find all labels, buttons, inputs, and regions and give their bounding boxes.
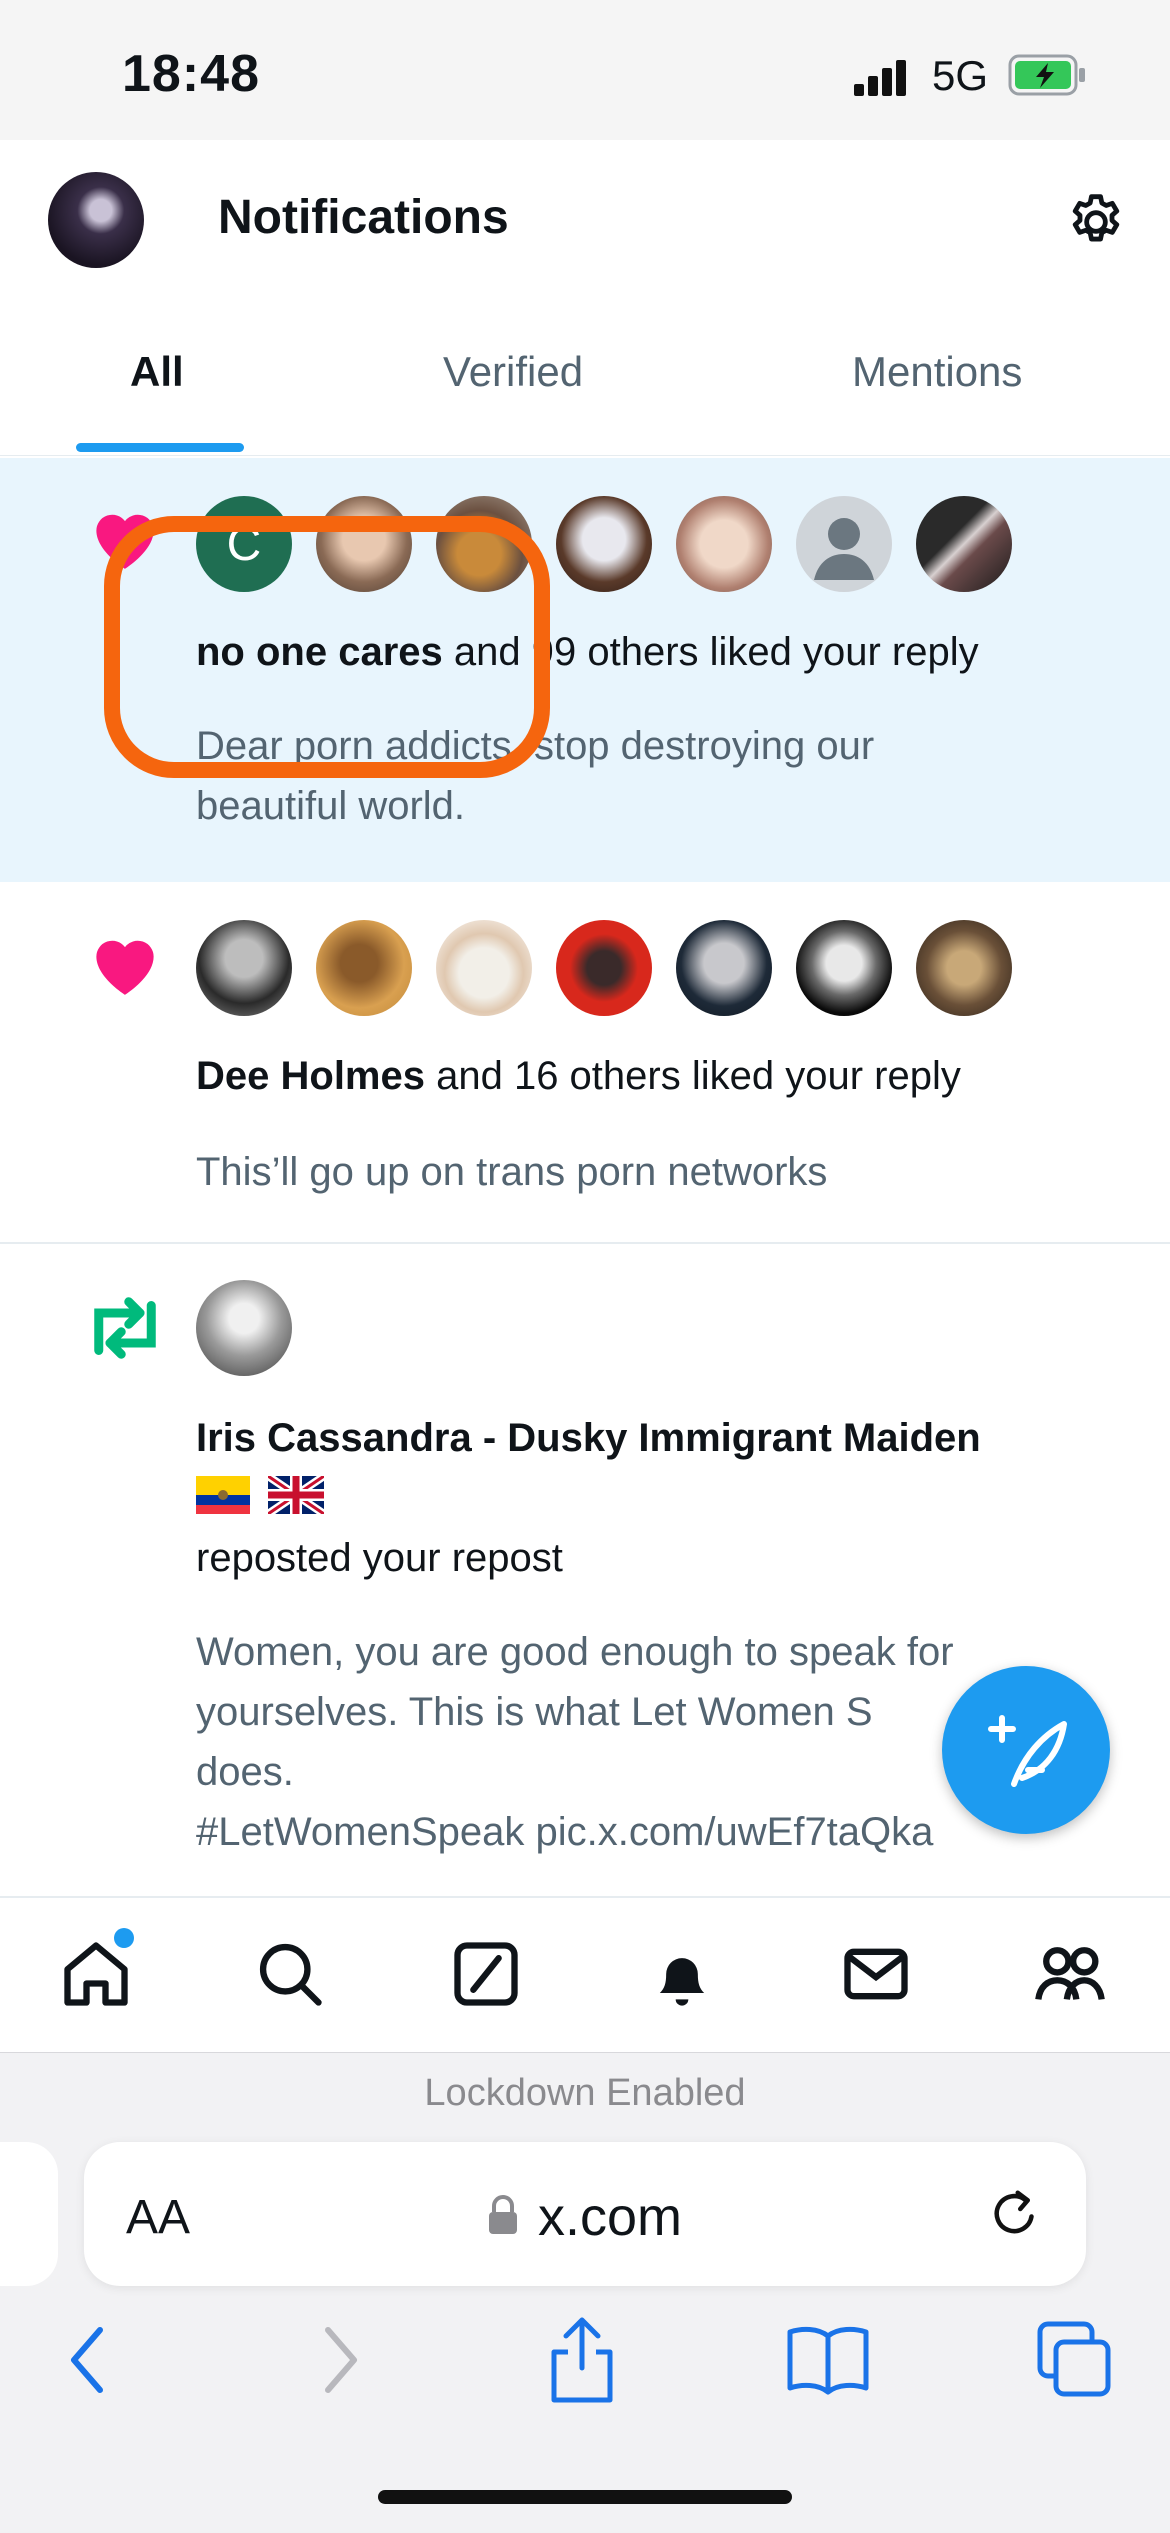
feather-plus-icon (988, 1715, 1067, 1787)
bookmarks-icon[interactable] (784, 2322, 872, 2398)
browser-toolbar (0, 2052, 1170, 2533)
divider (0, 455, 1170, 456)
gear-icon[interactable] (1064, 190, 1128, 254)
highlight-annotation (104, 516, 550, 778)
forward-icon[interactable] (312, 2322, 368, 2398)
post-text-line: This’ll go up on trans porn networks (196, 1150, 828, 1194)
avatar[interactable] (796, 496, 892, 592)
bottom-nav (0, 1896, 1170, 2054)
heart-icon (86, 928, 164, 998)
signal-icon (854, 58, 914, 96)
avatar[interactable] (196, 920, 292, 1016)
grok-icon[interactable] (448, 1936, 524, 2012)
home-indicator (378, 2490, 792, 2504)
tab-all[interactable]: All (130, 348, 184, 396)
tab-verified[interactable]: Verified (443, 348, 583, 396)
avatar[interactable] (676, 496, 772, 592)
ecuador-flag-icon (196, 1476, 250, 1514)
tab-mentions[interactable]: Mentions (852, 348, 1022, 396)
notification-dot (114, 1928, 134, 1948)
text-size-button[interactable]: AA (126, 2190, 190, 2245)
avatar[interactable] (436, 920, 532, 1016)
lock-icon (486, 2194, 520, 2236)
mail-icon[interactable] (838, 1936, 914, 2012)
active-tab-indicator (76, 443, 244, 452)
tabs-icon[interactable] (1034, 2318, 1114, 2402)
back-icon[interactable] (60, 2322, 116, 2398)
avatar[interactable] (916, 496, 1012, 592)
profile-avatar[interactable] (48, 172, 144, 268)
notification-action: and 16 others liked your reply (424, 1054, 961, 1098)
status-time: 18:48 (122, 45, 260, 103)
network-type: 5G (932, 52, 989, 99)
bell-icon[interactable] (644, 1936, 720, 2012)
avatar[interactable] (556, 496, 652, 592)
compose-button[interactable] (942, 1666, 1110, 1834)
share-icon[interactable] (546, 2312, 618, 2408)
avatar[interactable] (676, 920, 772, 1016)
avatar[interactable] (316, 920, 412, 1016)
page-title: Notifications (218, 191, 509, 244)
search-icon[interactable] (252, 1936, 328, 2012)
battery-icon (1008, 54, 1088, 96)
communities-icon[interactable] (1032, 1936, 1108, 2012)
avatar[interactable] (196, 1280, 292, 1376)
notification-text: Dee Holmes and 16 others liked your repl… (196, 1054, 961, 1099)
post-text-line: beautiful world. (196, 784, 466, 828)
actor-name-text: Iris Cassandra - Dusky Immigrant Maiden (196, 1416, 981, 1460)
avatar[interactable] (916, 920, 1012, 1016)
avatar[interactable] (556, 920, 652, 1016)
url-text[interactable]: x.com (538, 2186, 682, 2248)
uk-flag-icon (265, 1472, 327, 1518)
actor-name[interactable]: Dee Holmes (196, 1054, 425, 1098)
notification-action: reposted your repost (196, 1536, 563, 1580)
notification-item[interactable]: Dee Holmes and 16 others liked your repl… (0, 882, 1170, 1244)
lockdown-label: Lockdown Enabled (424, 2072, 746, 2114)
previous-tab-card[interactable] (0, 2142, 58, 2286)
post-preview: This’ll go up on trans porn networks (196, 1142, 1096, 1202)
actor-name[interactable]: Iris Cassandra - Dusky Immigrant Maiden (196, 1416, 981, 1461)
avatar[interactable] (796, 920, 892, 1016)
reload-icon[interactable] (984, 2182, 1044, 2246)
repost-icon (80, 1290, 170, 1366)
